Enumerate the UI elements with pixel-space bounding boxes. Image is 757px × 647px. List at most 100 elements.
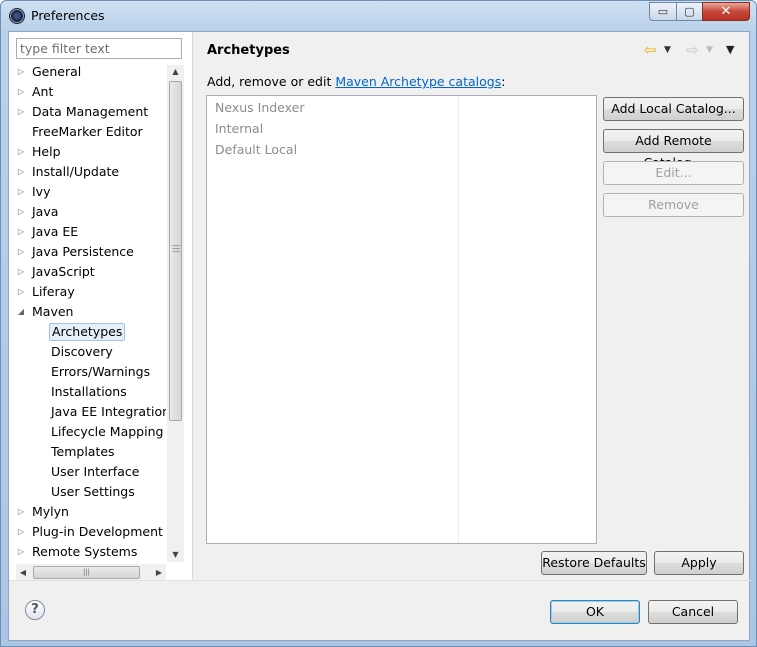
tree-item[interactable]: ▷ Mylyn	[16, 502, 166, 522]
forward-arrow-icon: ⇨	[686, 41, 699, 59]
tree-item[interactable]: ▷ Ivy	[16, 182, 166, 202]
collapsed-arrow-icon[interactable]: ▷	[16, 162, 26, 182]
tree-item[interactable]: ▷ Remote Systems	[16, 542, 166, 562]
dialog-client-area: ▷ General ▷ Ant ▷ Data Management FreeMarker E…	[8, 31, 751, 641]
collapsed-arrow-icon[interactable]: ▷	[16, 202, 26, 222]
archetype-catalogs-link[interactable]: Maven Archetype catalogs	[335, 74, 501, 89]
tree-item-label: Lifecycle Mapping	[51, 424, 164, 439]
tree-item-child[interactable]: Archetypes	[16, 322, 166, 342]
tree-item-child[interactable]: Templates	[16, 442, 166, 462]
tree-item[interactable]: ▷ JavaScript	[16, 262, 166, 282]
back-arrow-icon[interactable]: ⇦	[644, 40, 657, 60]
edit-button[interactable]: Edit...	[603, 161, 744, 185]
tree-item-label: Help	[32, 144, 61, 159]
collapsed-arrow-icon[interactable]: ▷	[16, 142, 26, 162]
collapsed-arrow-icon[interactable]: ▷	[16, 282, 26, 302]
grip-icon: — — —	[172, 241, 180, 256]
minimize-button[interactable]: ▭	[649, 2, 677, 21]
preferences-tree: ▷ General ▷ Ant ▷ Data Management FreeMarker E…	[16, 62, 166, 567]
tree-item-label: Java Persistence	[32, 244, 134, 259]
preferences-navigation-pane: ▷ General ▷ Ant ▷ Data Management FreeMarker E…	[9, 32, 193, 581]
tree-item-label: User Interface	[51, 464, 140, 479]
scroll-up-icon[interactable]: ▲	[167, 65, 184, 79]
collapsed-arrow-icon[interactable]: ▷	[16, 242, 26, 262]
expanded-arrow-icon[interactable]: ◢	[16, 302, 26, 322]
tree-item-label: FreeMarker Editor	[32, 124, 143, 139]
tree-item[interactable]: ◢ Maven	[16, 302, 166, 322]
title-bar[interactable]: Preferences ▭ ▢ ✕	[1, 1, 756, 31]
ok-button[interactable]: OK	[550, 600, 640, 624]
tree-item-label: Java EE Integration	[51, 404, 166, 419]
eclipse-app-icon	[9, 8, 25, 24]
maximize-button[interactable]: ▢	[676, 2, 703, 21]
tree-item-label: Discovery	[51, 344, 113, 359]
tree-item[interactable]: FreeMarker Editor	[16, 122, 166, 142]
description-suffix: :	[501, 74, 506, 89]
page-description: Add, remove or edit Maven Archetype cata…	[207, 74, 505, 89]
tree-item[interactable]: ▷ Plug-in Development	[16, 522, 166, 542]
tree-item[interactable]: ▷ Data Management	[16, 102, 166, 122]
tree-vertical-scrollbar[interactable]: ▲ — — — ▼	[167, 65, 184, 562]
catalog-list[interactable]: Nexus Indexer Internal Default Local	[206, 95, 597, 544]
tree-item-label: Ant	[32, 84, 54, 99]
cancel-button[interactable]: Cancel	[648, 600, 738, 624]
tree-item-label: Plug-in Development	[32, 524, 163, 539]
bottom-separator	[9, 580, 751, 581]
tree-item-child[interactable]: Discovery	[16, 342, 166, 362]
scroll-down-icon[interactable]: ▼	[167, 548, 184, 562]
collapsed-arrow-icon[interactable]: ▷	[16, 62, 26, 82]
collapsed-arrow-icon[interactable]: ▷	[16, 262, 26, 282]
tree-item-child[interactable]: Errors/Warnings	[16, 362, 166, 382]
help-icon[interactable]: ?	[25, 600, 45, 620]
collapsed-arrow-icon[interactable]: ▷	[16, 522, 26, 542]
tree-item[interactable]: ▷ Java Persistence	[16, 242, 166, 262]
description-text: Add, remove or edit	[207, 74, 336, 89]
restore-defaults-button[interactable]: Restore Defaults	[541, 551, 647, 575]
vertical-scroll-thumb[interactable]: — — —	[169, 81, 182, 421]
tree-item[interactable]: ▷ Help	[16, 142, 166, 162]
tree-item[interactable]: ▷ Ant	[16, 82, 166, 102]
tree-item[interactable]: ▷ Java	[16, 202, 166, 222]
add-remote-catalog-button[interactable]: Add Remote Catalog...	[603, 129, 744, 170]
collapsed-arrow-icon[interactable]: ▷	[16, 502, 26, 522]
collapsed-arrow-icon[interactable]: ▷	[16, 102, 26, 122]
tree-item-label: Java EE	[32, 224, 79, 239]
filter-input[interactable]	[16, 38, 182, 59]
collapsed-arrow-icon[interactable]: ▷	[16, 82, 26, 102]
collapsed-arrow-icon[interactable]: ▷	[16, 182, 26, 202]
tree-item-label: Mylyn	[32, 504, 69, 519]
tree-item[interactable]: ▷ Java EE	[16, 222, 166, 242]
tree-item-label: JavaScript	[32, 264, 95, 279]
tree-item-label: General	[32, 64, 82, 79]
view-menu-icon[interactable]: ▼	[726, 40, 734, 60]
apply-button[interactable]: Apply	[654, 551, 744, 575]
tree-item[interactable]: ▷ General	[16, 62, 166, 82]
page-title: Archetypes	[207, 43, 290, 58]
tree-item-label: Archetypes	[49, 323, 126, 341]
horizontal-scroll-thumb[interactable]: |||	[33, 566, 140, 579]
tree-item-child[interactable]: Lifecycle Mapping	[16, 422, 166, 442]
list-item[interactable]: Nexus Indexer	[215, 100, 304, 115]
tree-item-label: Remote Systems	[32, 544, 138, 559]
tree-item-label: User Settings	[51, 484, 135, 499]
add-local-catalog-button[interactable]: Add Local Catalog...	[603, 97, 744, 121]
collapsed-arrow-icon[interactable]: ▷	[16, 222, 26, 242]
tree-item-child[interactable]: Installations	[16, 382, 166, 402]
tree-item-child[interactable]: Java EE Integration	[16, 402, 166, 422]
collapsed-arrow-icon[interactable]: ▷	[16, 542, 26, 562]
tree-item-child[interactable]: User Interface	[16, 462, 166, 482]
list-item[interactable]: Default Local	[215, 142, 297, 157]
tree-item[interactable]: ▷ Liferay	[16, 282, 166, 302]
tree-item-label: Install/Update	[32, 164, 120, 179]
tree-horizontal-scrollbar[interactable]: ◀ ||| ▶	[16, 564, 166, 581]
close-button[interactable]: ✕	[702, 2, 750, 21]
scroll-right-icon[interactable]: ▶	[152, 564, 166, 581]
tree-item-child[interactable]: User Settings	[16, 482, 166, 502]
remove-button[interactable]: Remove	[603, 193, 744, 217]
tree-item-label: Maven	[32, 304, 74, 319]
tree-item-label: Templates	[51, 444, 115, 459]
scroll-left-icon[interactable]: ◀	[16, 564, 30, 581]
back-dropdown-icon[interactable]: ▼	[664, 40, 671, 60]
list-item[interactable]: Internal	[215, 121, 263, 136]
tree-item[interactable]: ▷ Install/Update	[16, 162, 166, 182]
